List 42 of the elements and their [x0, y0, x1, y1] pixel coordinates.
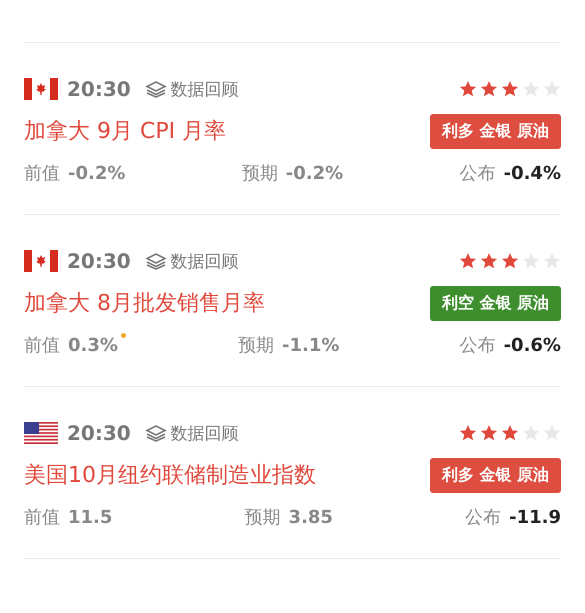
layers-icon: [144, 80, 167, 98]
event-time: 20:30: [67, 77, 131, 101]
actual-value: -11.9: [509, 507, 561, 528]
event-time: 20:30: [67, 249, 131, 273]
previous-label: 前值: [24, 335, 60, 356]
event-title: 加拿大 8月批发销售月率: [24, 290, 265, 318]
actual-value: -0.6%: [504, 335, 561, 356]
data-review-link[interactable]: 数据回顾: [170, 78, 239, 100]
actual-label: 公布: [460, 335, 496, 356]
star-icon: [459, 252, 477, 270]
star-icon: [501, 80, 519, 98]
forecast-label: 预期: [244, 507, 281, 528]
star-icon: [501, 252, 519, 270]
actual-value: -0.4%: [504, 163, 561, 184]
forecast-label: 预期: [242, 163, 278, 184]
forecast-value: 3.85: [288, 507, 333, 528]
impact-badge: 利多 金银 原油: [430, 458, 561, 492]
layers-icon: [144, 424, 167, 442]
star-icon: [459, 424, 477, 442]
previous-value: 11.5: [68, 507, 112, 528]
forecast-label: 预期: [238, 335, 274, 356]
previous-label: 前值: [24, 507, 60, 528]
forecast-value: -1.1%: [282, 335, 340, 356]
impact-badge: 利空 金银 原油: [430, 286, 561, 320]
star-icon: [480, 252, 498, 270]
impact-badge: 利多 金银 原油: [430, 114, 561, 148]
star-icon: [459, 80, 477, 98]
layers-icon: [144, 252, 167, 270]
data-review-link[interactable]: 数据回顾: [170, 250, 239, 272]
actual-label: 公布: [465, 507, 502, 528]
actual-label: 公布: [460, 163, 496, 184]
previous-value: 0.3%: [68, 335, 118, 356]
previous-label: 前值: [24, 163, 60, 184]
star-icon: [480, 80, 498, 98]
previous-value: -0.2%: [68, 163, 126, 184]
event-title: 加拿大 9月 CPI 月率: [24, 118, 226, 146]
star-icon: [480, 424, 498, 442]
event-title: 美国10月纽约联储制造业指数: [24, 462, 316, 490]
star-icon: [501, 424, 519, 442]
event-time: 20:30: [67, 421, 131, 445]
forecast-value: -0.2%: [286, 163, 344, 184]
data-review-link[interactable]: 数据回顾: [170, 422, 239, 444]
